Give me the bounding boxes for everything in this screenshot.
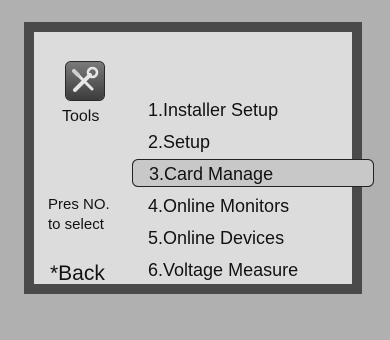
menu-item-installer-setup[interactable]: 1.Installer Setup xyxy=(146,96,382,124)
menu-item-online-devices[interactable]: 5.Online Devices xyxy=(146,224,382,252)
tools-icon xyxy=(66,62,104,100)
screen-bezel: Tools 1.Installer Setup 2.Setup 3.Card M… xyxy=(24,22,374,294)
menu-item-card-manage[interactable]: 3.Card Manage xyxy=(132,159,374,187)
menu-item-setup[interactable]: 2.Setup xyxy=(146,128,382,156)
device-panel: Tools 1.Installer Setup 2.Setup 3.Card M… xyxy=(0,0,390,340)
select-hint-line1: Pres NO. xyxy=(48,196,110,213)
back-button[interactable]: *Back xyxy=(50,262,105,286)
lcd-screen: Tools 1.Installer Setup 2.Setup 3.Card M… xyxy=(34,32,374,286)
device-bottom xyxy=(0,300,390,340)
select-hint-line2: to select xyxy=(48,216,104,233)
menu-item-online-monitors[interactable]: 4.Online Monitors xyxy=(146,192,382,220)
menu-item-voltage-measure[interactable]: 6.Voltage Measure xyxy=(146,256,382,284)
tools-label: Tools xyxy=(62,108,100,125)
